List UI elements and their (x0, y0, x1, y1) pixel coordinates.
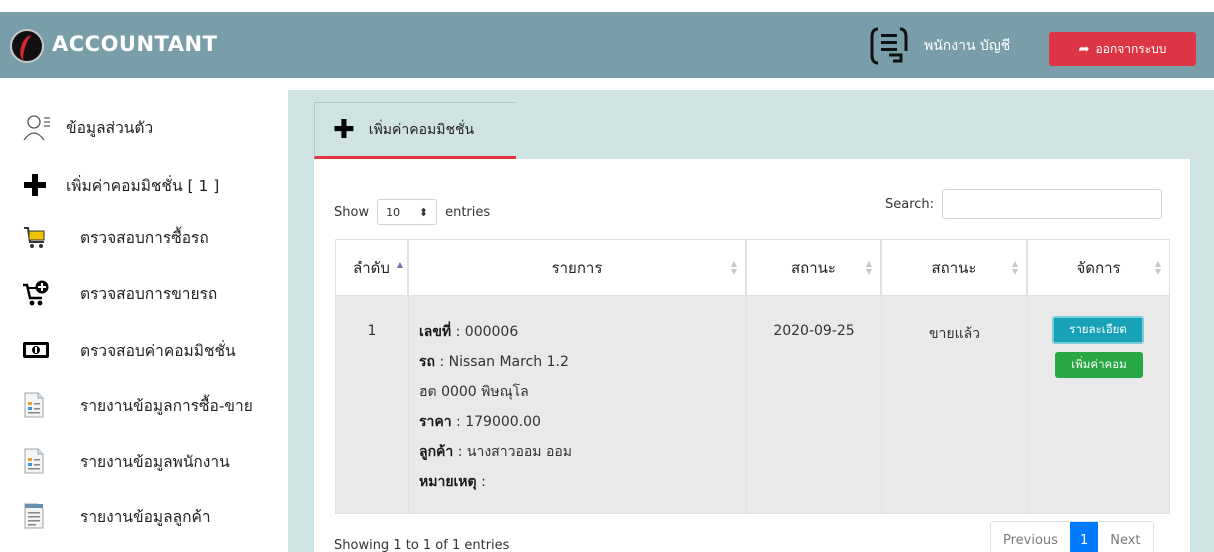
main-content: ✚ เพิ่มค่าคอมมิชชั่น Show 10 ⬍ entries S… (288, 90, 1214, 552)
sort-icon: ▲ ▼ (1154, 259, 1161, 276)
plus-icon (22, 168, 58, 202)
detail-key: ราคา (419, 414, 452, 430)
company-logo (10, 29, 44, 63)
row-index: 1 (367, 323, 377, 339)
details-button[interactable]: รายละเอียด (1052, 316, 1144, 344)
brand-title: ACCOUNTANT (52, 32, 218, 56)
search-control: Search: (885, 189, 1163, 219)
user-profile-icon (22, 110, 58, 144)
sidebar-item-check-purchase[interactable]: ตรวจสอบการซื้อรถ (22, 220, 209, 254)
sidebar-item-report-customers[interactable]: รายงานข้อมูลลูกค้า (22, 499, 211, 533)
header-label: รายการ (551, 258, 603, 277)
sidebar-item-label: ตรวจสอบการซื้อรถ (80, 228, 209, 247)
pagination: Previous 1 Next (990, 521, 1154, 552)
detail-value: : นางสาวออม ออม (453, 444, 572, 460)
cell-actions: รายละเอียด เพิ่มค่าคอม (1027, 296, 1170, 514)
navbar: ACCOUNTANT พนักงาน บัญชี ➦ ออกจากระบบ (0, 12, 1214, 78)
sidebar-item-report-employees[interactable]: รายงานข้อมูลพนักงาน (22, 444, 230, 478)
sidebar-item-add-commission[interactable]: เพิ่มค่าคอมมิชชั่น [ 1 ] (22, 168, 219, 202)
cell-date: 2020-09-25 (746, 296, 881, 514)
header-label: สถานะ (791, 258, 836, 277)
column-header-status-date[interactable]: สถานะ ▲ ▼ (746, 239, 881, 296)
sidebar-item-check-commission[interactable]: ตรวจสอบค่าคอมมิชชั่น (22, 333, 236, 367)
data-table: ลำดับ ▲ รายการ ▲ ▼ สถานะ ▲ ▼ สถานะ ▲ ▼ จัดก… (335, 239, 1170, 515)
table-panel: Show 10 ⬍ entries Search: ลำดับ ▲ รายการ… (314, 159, 1190, 552)
entries-value: 10 (386, 205, 401, 219)
top-header: ACCOUNTANT พนักงาน บัญชี ➦ ออกจากระบบ (0, 0, 1214, 90)
column-header-items[interactable]: รายการ ▲ ▼ (408, 239, 746, 296)
money-icon (22, 333, 58, 367)
user-document-icon (870, 27, 908, 65)
detail-price: ราคา : 179000.00 (419, 411, 541, 433)
sidebar-item-label: รายงานข้อมูลการซื้อ-ขาย (80, 396, 253, 415)
sort-asc-icon: ▲ (396, 260, 403, 269)
sidebar-item-check-sales[interactable]: ตรวจสอบการขายรถ (22, 276, 217, 310)
detail-customer: ลูกค้า : นางสาวออม ออม (419, 441, 572, 463)
entries-length-control: Show 10 ⬍ entries (334, 199, 490, 225)
column-header-index[interactable]: ลำดับ ▲ (335, 239, 408, 296)
sort-icon: ▲ ▼ (865, 259, 872, 276)
detail-key: ลูกค้า (419, 444, 454, 460)
logout-label: ออกจากระบบ (1095, 41, 1167, 56)
detail-value: : 000006 (451, 324, 519, 340)
detail-key: เลขที่ (419, 324, 452, 340)
detail-car: รถ : Nissan March 1.2 (419, 351, 569, 373)
row-status: ขายแล้ว (928, 326, 981, 342)
tab-add-commission[interactable]: ✚ เพิ่มค่าคอมมิชชั่น (314, 102, 516, 159)
sign-out-icon: ➦ (1078, 41, 1090, 57)
sidebar-item-report-trades[interactable]: รายงานข้อมูลการซื้อ-ขาย (22, 388, 253, 422)
cell-details: เลขที่ : 000006 รถ : Nissan March 1.2 ฮต… (408, 296, 746, 514)
sidebar-item-label: รายงานข้อมูลลูกค้า (80, 507, 211, 526)
sidebar-item-label: ข้อมูลส่วนตัว (66, 118, 154, 137)
entries-label: entries (445, 204, 491, 220)
plus-icon: ✚ (333, 114, 355, 145)
detail-plate: ฮต 0000 พิษณุโล (419, 381, 529, 403)
sidebar-item-label: รายงานข้อมูลพนักงาน (80, 452, 230, 471)
header-label: จัดการ (1076, 258, 1121, 277)
add-commission-button[interactable]: เพิ่มค่าคอม (1055, 352, 1143, 378)
header-label: ลำดับ (353, 258, 390, 277)
sidebar-item-label: เพิ่มค่าคอมมิชชั่น [ 1 ] (66, 176, 220, 195)
select-arrows-icon: ⬍ (418, 205, 429, 219)
column-header-actions[interactable]: จัดการ ▲ ▼ (1027, 239, 1170, 296)
detail-number: เลขที่ : 000006 (419, 321, 518, 343)
next-page-button[interactable]: Next (1098, 522, 1153, 552)
search-label: Search: (885, 196, 935, 212)
sidebar-item-label: ตรวจสอบการขายรถ (80, 284, 218, 303)
user-name: พนักงาน บัญชี (924, 38, 1011, 54)
detail-key: รถ (419, 354, 435, 370)
report-icon (22, 444, 58, 478)
cart-icon (22, 220, 58, 254)
cell-status: ขายแล้ว (881, 296, 1027, 514)
sort-icon: ▲ ▼ (1011, 259, 1018, 276)
cart-add-icon (22, 276, 58, 310)
tab-label: เพิ่มค่าคอมมิชชั่น (368, 121, 475, 138)
entries-select[interactable]: 10 ⬍ (377, 199, 438, 225)
sidebar-item-label: ตรวจสอบค่าคอมมิชชั่น (80, 341, 236, 360)
show-label: Show (334, 204, 370, 220)
cell-index: 1 (335, 296, 408, 514)
detail-value: : (476, 474, 486, 490)
table-info: Showing 1 to 1 of 1 entries (334, 538, 510, 552)
search-input[interactable] (942, 189, 1163, 219)
row-date: 2020-09-25 (773, 323, 855, 339)
page-1-button[interactable]: 1 (1069, 522, 1099, 552)
detail-value: ฮต 0000 พิษณุโล (419, 384, 529, 400)
previous-page-button[interactable]: Previous (991, 522, 1070, 552)
detail-value: : 179000.00 (451, 414, 541, 430)
sort-icon: ▲ ▼ (730, 259, 737, 276)
header-label: สถานะ (931, 258, 977, 277)
detail-key: หมายเหตุ (419, 474, 477, 490)
column-header-status[interactable]: สถานะ ▲ ▼ (881, 239, 1027, 296)
detail-value: : Nissan March 1.2 (435, 354, 569, 370)
document-icon (22, 499, 58, 533)
sidebar: ข้อมูลส่วนตัว เพิ่มค่าคอมมิชชั่น [ 1 ] ต… (0, 90, 288, 552)
detail-note: หมายเหตุ : (419, 471, 486, 493)
logout-button[interactable]: ➦ ออกจากระบบ (1049, 32, 1196, 66)
report-icon (22, 388, 58, 422)
sidebar-item-profile[interactable]: ข้อมูลส่วนตัว (22, 110, 153, 144)
